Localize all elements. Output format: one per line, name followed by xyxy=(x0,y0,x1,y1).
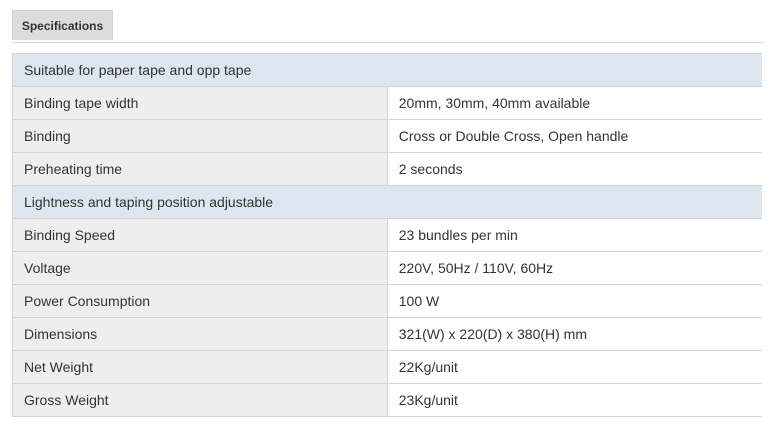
table-row: Binding tape width 20mm, 30mm, 40mm avai… xyxy=(12,86,762,120)
table-row: Dimensions 321(W) x 220(D) x 380(H) mm xyxy=(12,317,762,351)
table-row: Preheating time 2 seconds xyxy=(12,152,762,186)
spec-label: Binding tape width xyxy=(12,86,388,120)
spec-value: 22Kg/unit xyxy=(387,350,762,384)
spec-value: 321(W) x 220(D) x 380(H) mm xyxy=(387,317,762,351)
table-row: Gross Weight 23Kg/unit xyxy=(12,383,762,417)
specifications-table: Suitable for paper tape and opp tape Bin… xyxy=(12,53,762,417)
spec-value: 23 bundles per min xyxy=(387,218,762,252)
spec-label: Dimensions xyxy=(12,317,388,351)
spec-value: 100 W xyxy=(387,284,762,318)
spec-label: Gross Weight xyxy=(12,383,388,417)
spec-label: Net Weight xyxy=(12,350,388,384)
spec-label: Power Consumption xyxy=(12,284,388,318)
tab-bar: Specifications xyxy=(12,10,764,43)
spec-label: Preheating time xyxy=(12,152,388,186)
section-heading: Lightness and taping position adjustable xyxy=(12,185,762,219)
table-row: Binding Speed 23 bundles per min xyxy=(12,218,762,252)
spec-value: Cross or Double Cross, Open handle xyxy=(387,119,762,153)
table-row: Voltage 220V, 50Hz / 110V, 60Hz xyxy=(12,251,762,285)
spec-value: 220V, 50Hz / 110V, 60Hz xyxy=(387,251,762,285)
spec-value: 20mm, 30mm, 40mm available xyxy=(387,86,762,120)
spec-label: Voltage xyxy=(12,251,388,285)
section-heading: Suitable for paper tape and opp tape xyxy=(12,53,762,87)
section-row: Lightness and taping position adjustable xyxy=(12,185,762,219)
table-row: Net Weight 22Kg/unit xyxy=(12,350,762,384)
spec-label: Binding Speed xyxy=(12,218,388,252)
spec-label: Binding xyxy=(12,119,388,153)
spec-value: 2 seconds xyxy=(387,152,762,186)
section-row: Suitable for paper tape and opp tape xyxy=(12,53,762,87)
table-row: Power Consumption 100 W xyxy=(12,284,762,318)
table-row: Binding Cross or Double Cross, Open hand… xyxy=(12,119,762,153)
spec-value: 23Kg/unit xyxy=(387,383,762,417)
tab-specifications[interactable]: Specifications xyxy=(12,10,113,40)
